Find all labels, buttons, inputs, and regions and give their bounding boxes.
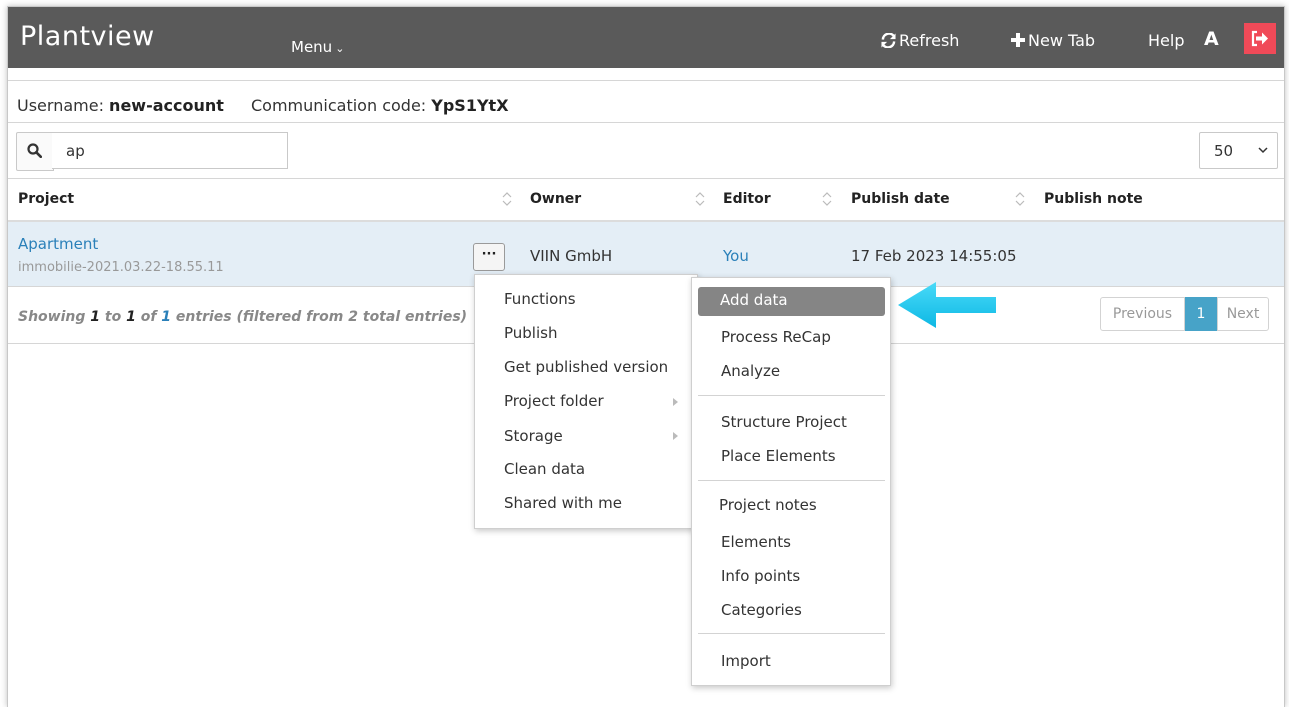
communication-code-label: Communication code: — [251, 96, 427, 115]
submenu-item-project-notes[interactable]: Project notes — [719, 496, 817, 514]
menu-divider — [698, 395, 885, 396]
logout-button[interactable] — [1244, 23, 1276, 54]
username-value: new-account — [109, 96, 224, 115]
submenu-item-categories[interactable]: Categories — [721, 601, 802, 619]
divider — [8, 122, 1284, 123]
submenu-item-add-data-label: Add data — [720, 291, 788, 309]
caret-right-icon — [673, 398, 678, 406]
row-actions-button[interactable]: ··· — [473, 243, 505, 271]
menu-item-functions[interactable]: Functions — [504, 290, 576, 308]
sort-icon[interactable] — [1015, 190, 1025, 208]
menu-item-storage[interactable]: Storage — [504, 427, 563, 445]
previous-page-button[interactable]: Previous — [1100, 297, 1185, 331]
info-of-word: of — [135, 309, 162, 325]
communication-code-value: YpS1YtX — [431, 96, 509, 115]
refresh-label: Refresh — [899, 31, 960, 50]
sort-icon[interactable] — [502, 190, 512, 208]
app-window: Plantview Menu⌄ Refresh New Tab Help A — [7, 6, 1285, 707]
brand-logo[interactable]: Plantview — [20, 21, 155, 52]
row-context-menu: Functions Publish Get published version … — [474, 274, 698, 529]
top-bar: Plantview Menu ⌄ Refresh New Tab Help A — [8, 7, 1284, 68]
functions-submenu: Add data Process ReCap Analyze Structure… — [691, 277, 891, 686]
info-suffix: entries (filtered from 2 total entries) — [171, 309, 468, 325]
owner-cell: VIIN GmbH — [530, 247, 613, 265]
project-link[interactable]: Apartment — [18, 235, 98, 253]
caret-right-icon — [673, 432, 678, 440]
project-id: immobilie-2021.03.22-18.55.11 — [18, 260, 224, 275]
submenu-item-import[interactable]: Import — [721, 652, 771, 670]
submenu-item-analyze[interactable]: Analyze — [721, 362, 780, 380]
help-button[interactable]: Help — [1148, 31, 1184, 50]
info-to-word: to — [100, 309, 127, 325]
next-page-button[interactable]: Next — [1217, 297, 1269, 331]
menu-item-publish[interactable]: Publish — [504, 324, 557, 342]
divider — [8, 80, 1284, 81]
info-prefix: Showing — [18, 309, 91, 325]
page-size-value: 50 — [1214, 142, 1234, 160]
new-tab-label: New Tab — [1028, 31, 1096, 50]
chevron-down-icon: ⌄ — [335, 42, 345, 55]
submenu-item-add-data[interactable]: Add data — [698, 287, 885, 316]
account-info: Username: new-account Communication code… — [17, 96, 509, 115]
main-menu-button[interactable]: Menu ⌄ — [291, 38, 344, 56]
column-header-publish-date[interactable]: Publish date — [851, 191, 950, 207]
menu-divider — [698, 480, 885, 481]
annotation-arrow-icon — [898, 282, 996, 328]
pagination: Previous 1 Next — [1100, 297, 1269, 331]
menu-item-get-published-version[interactable]: Get published version — [504, 358, 668, 376]
refresh-button[interactable]: Refresh — [881, 31, 959, 50]
page-size-select[interactable]: 50 — [1199, 132, 1278, 169]
plus-icon — [1011, 33, 1025, 47]
info-total: 1 — [161, 309, 172, 325]
info-to: 1 — [126, 309, 136, 325]
page-1-button[interactable]: 1 — [1185, 297, 1217, 331]
submenu-item-structure-project[interactable]: Structure Project — [721, 413, 847, 431]
column-header-project[interactable]: Project — [18, 191, 74, 207]
column-header-editor[interactable]: Editor — [723, 191, 771, 207]
column-header-publish-note[interactable]: Publish note — [1044, 191, 1143, 207]
chevron-down-icon — [1258, 147, 1268, 154]
search-button[interactable] — [16, 132, 54, 171]
refresh-icon — [881, 32, 896, 49]
sort-icon[interactable] — [822, 190, 832, 208]
divider — [8, 178, 1284, 179]
menu-divider — [698, 633, 885, 634]
logout-icon — [1251, 30, 1268, 47]
table-info: Showing 1 to 1 of 1 entries (filtered fr… — [18, 309, 467, 325]
menu-item-shared-with-me[interactable]: Shared with me — [504, 494, 622, 512]
new-tab-button[interactable]: New Tab — [1011, 31, 1095, 50]
submenu-item-process-recap[interactable]: Process ReCap — [721, 328, 831, 346]
menu-item-project-folder[interactable]: Project folder — [504, 392, 604, 410]
search-input[interactable] — [52, 132, 288, 169]
menu-item-clean-data[interactable]: Clean data — [504, 460, 585, 478]
submenu-item-elements[interactable]: Elements — [721, 533, 791, 551]
sort-icon[interactable] — [695, 190, 705, 208]
search-icon — [27, 143, 42, 158]
editor-link[interactable]: You — [723, 247, 749, 265]
column-header-owner[interactable]: Owner — [530, 191, 581, 207]
avatar[interactable]: A — [1204, 28, 1219, 50]
publish-date-cell: 17 Feb 2023 14:55:05 — [851, 247, 1017, 265]
submenu-item-place-elements[interactable]: Place Elements — [721, 447, 836, 465]
menu-label: Menu — [291, 38, 333, 56]
submenu-item-info-points[interactable]: Info points — [721, 567, 800, 585]
username-label: Username: — [17, 96, 104, 115]
info-from: 1 — [90, 309, 101, 325]
